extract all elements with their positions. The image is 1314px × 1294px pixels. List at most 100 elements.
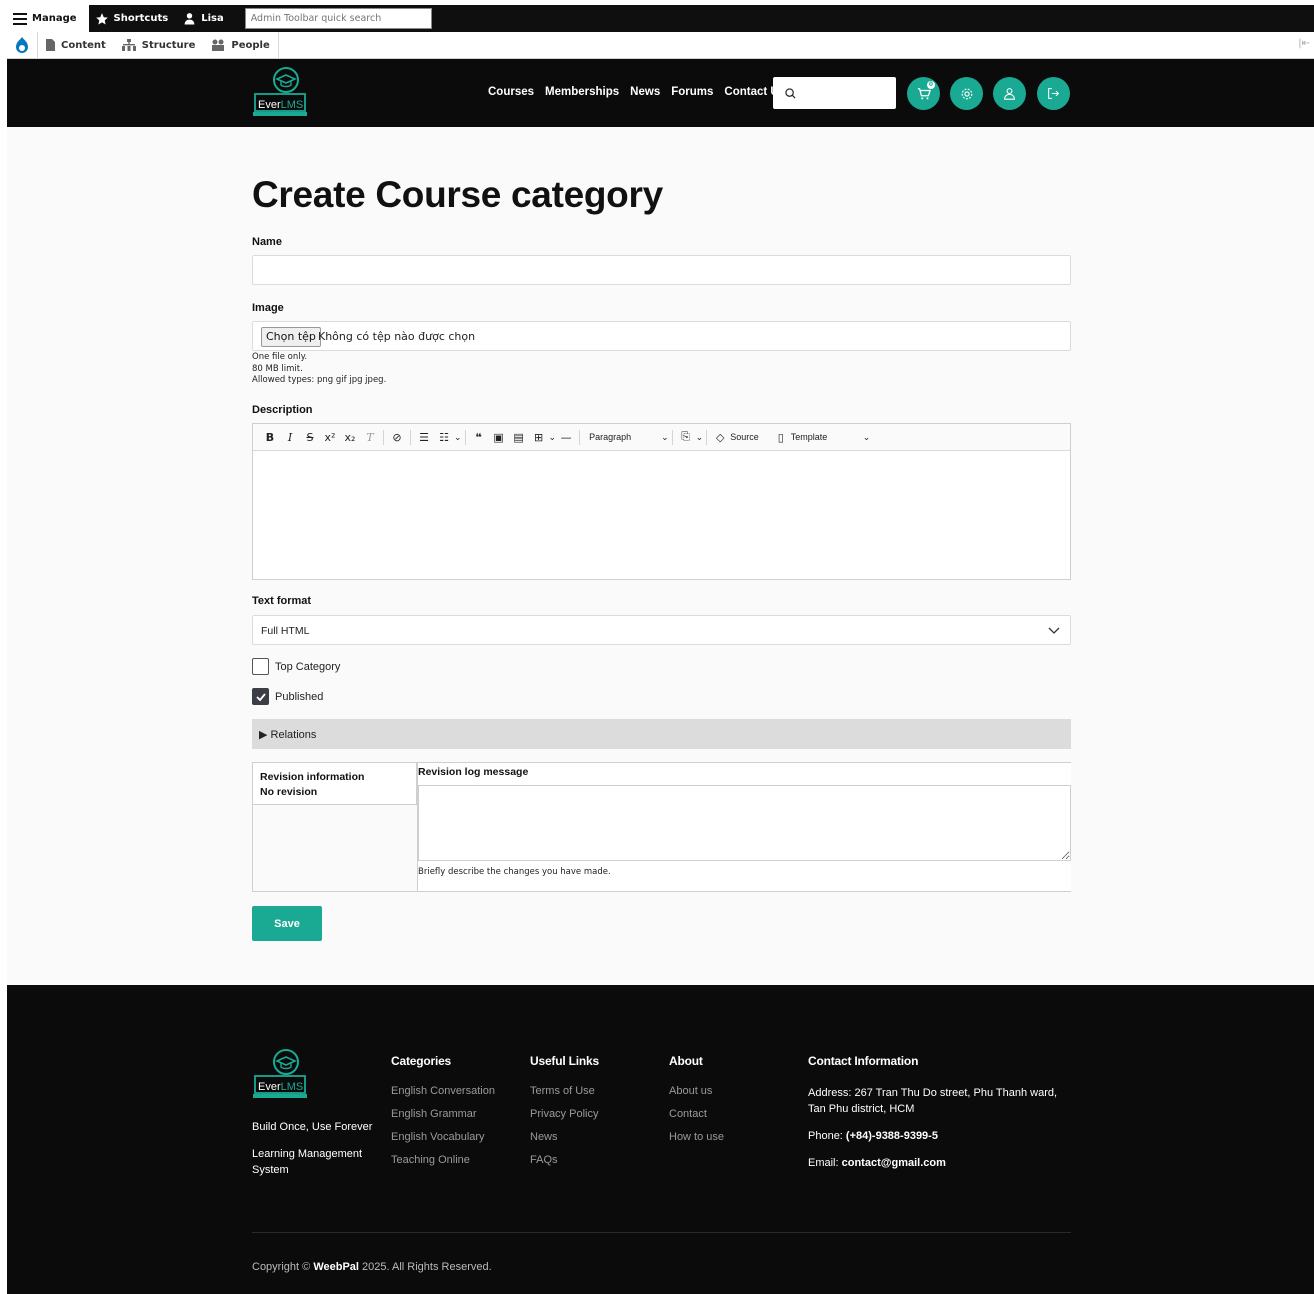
star-icon [95, 12, 108, 25]
structure-menu-item[interactable]: Structure [114, 32, 204, 59]
table-icon[interactable]: ⊞ [529, 431, 549, 444]
nav-news[interactable]: News [630, 86, 660, 98]
user-label: Lisa [201, 13, 224, 24]
structure-icon [121, 39, 136, 51]
copyright-suffix: 2025. All Rights Reserved. [358, 1261, 492, 1273]
chevron-down-icon [1048, 627, 1060, 634]
site-header: EverLMS Courses Memberships News Forums … [7, 59, 1314, 127]
footer-link[interactable]: Privacy Policy [530, 1108, 599, 1120]
bold-icon[interactable]: B [260, 431, 280, 444]
chevron-down-icon[interactable]: ⌄ [661, 432, 669, 443]
toolbar-divider [671, 429, 673, 445]
paragraph-dropdown[interactable]: Paragraph [583, 432, 661, 442]
nav-courses[interactable]: Courses [488, 86, 534, 98]
media-icon[interactable]: ▤ [509, 431, 529, 444]
name-input[interactable] [252, 255, 1071, 285]
copyright: Copyright © WeebPal 2025. All Rights Res… [252, 1261, 492, 1273]
account-button[interactable] [993, 77, 1026, 110]
top-category-label: Top Category [275, 660, 341, 673]
bulleted-list-icon[interactable]: ☰ [414, 431, 434, 444]
source-button[interactable]: Source [730, 432, 759, 442]
chevron-down-icon[interactable]: ⌄ [454, 432, 462, 443]
settings-button[interactable] [950, 77, 983, 110]
logo-text-ever: Ever [258, 1081, 281, 1093]
footer-contact: Contact Information Address: 267 Tran Th… [808, 1054, 1071, 1182]
code-block-icon[interactable]: ⎘ [676, 430, 696, 444]
footer-link[interactable]: News [530, 1131, 599, 1143]
content-menu-item[interactable]: Content [38, 32, 114, 59]
text-format-select[interactable]: Full HTML [252, 615, 1071, 645]
gear-icon [961, 88, 972, 99]
logo-text-ever: Ever [258, 99, 281, 111]
italic-icon[interactable]: I [280, 431, 300, 444]
footer-link[interactable]: Teaching Online [391, 1154, 495, 1166]
footer-link[interactable]: Contact [669, 1108, 724, 1120]
footer-divider [252, 1232, 1071, 1233]
revision-panel: Revision information No revision Revisio… [252, 762, 1071, 892]
revision-tab[interactable]: Revision information No revision [253, 763, 417, 805]
blockquote-icon[interactable]: ❝ [469, 431, 489, 444]
name-label: Name [252, 236, 282, 248]
published-checkbox[interactable] [252, 688, 269, 705]
email-label: Email: [808, 1157, 842, 1169]
copyright-brand[interactable]: WeebPal [313, 1261, 359, 1273]
nav-forums[interactable]: Forums [671, 86, 713, 98]
footer-subtitle-line: Learning Management [252, 1148, 363, 1160]
superscript-icon[interactable]: x² [320, 431, 340, 444]
main-content: Create Course category Name Image Chọn t… [7, 127, 1314, 985]
toolbar-search-input[interactable] [244, 8, 432, 29]
chevron-down-icon[interactable]: ⌄ [863, 432, 871, 443]
shortcuts-tab[interactable]: Shortcuts [89, 5, 178, 32]
top-category-row[interactable]: Top Category [252, 658, 340, 675]
phone-number[interactable]: (+84)-9388-9399-5 [846, 1130, 938, 1142]
chevron-down-icon[interactable]: ⌄ [549, 432, 557, 443]
link-icon[interactable]: ⊘ [387, 431, 407, 444]
logout-button[interactable] [1037, 77, 1070, 110]
template-dropdown[interactable]: Template [791, 432, 863, 442]
site-search[interactable] [773, 77, 896, 109]
choose-file-button[interactable]: Chọn tệp [261, 327, 321, 347]
file-help-line: Allowed types: png gif jpg jpeg. [252, 375, 387, 385]
logo-text-lms: LMS [281, 1081, 304, 1093]
top-category-checkbox[interactable] [252, 658, 269, 675]
image-upload-icon[interactable]: ▣ [489, 431, 509, 444]
footer-link[interactable]: FAQs [530, 1154, 599, 1166]
toolbar-divider [383, 429, 384, 445]
subscript-icon[interactable]: x₂ [340, 431, 360, 444]
editor-toolbar: B I S x² x₂ T ⊘ ☰ ☷ ⌄ ❝ ▣ ▤ ⊞ ⌄ — Paragr… [253, 424, 1070, 451]
published-row[interactable]: Published [252, 688, 323, 705]
strikethrough-icon[interactable]: S [300, 431, 320, 444]
footer-link[interactable]: English Grammar [391, 1108, 495, 1120]
nav-memberships[interactable]: Memberships [545, 86, 619, 98]
footer-link[interactable]: How to use [669, 1131, 724, 1143]
footer-phone: Phone: (+84)-9388-9399-5 [808, 1128, 1071, 1144]
site-search-input[interactable] [802, 87, 887, 99]
cart-count-badge: 0 [927, 81, 935, 89]
footer-link[interactable]: About us [669, 1085, 724, 1097]
horizontal-line-icon[interactable]: — [556, 431, 576, 444]
drupal-logo-icon[interactable] [7, 32, 37, 59]
people-menu-item[interactable]: People [203, 32, 277, 59]
email-address[interactable]: contact@gmail.com [842, 1157, 946, 1169]
footer-everlms-logo[interactable]: EverLMS [252, 1048, 308, 1102]
numbered-list-icon[interactable]: ☷ [434, 431, 454, 444]
people-label: People [231, 39, 270, 51]
remove-format-icon[interactable]: T [360, 431, 380, 444]
text-format-value: Full HTML [261, 625, 310, 637]
address-line: Address: 267 Tran Thu Do street, Phu Tha… [808, 1087, 1058, 1099]
cart-button[interactable]: 0 [907, 77, 940, 110]
user-tab[interactable]: Lisa [177, 5, 233, 32]
editor-content-area[interactable] [253, 451, 1070, 579]
chevron-down-icon[interactable]: ⌄ [696, 432, 704, 443]
footer-link[interactable]: English Vocabulary [391, 1131, 495, 1143]
save-button[interactable]: Save [252, 906, 322, 941]
admin-tray: Content Structure People |⇤ [7, 31, 1314, 59]
svg-text:EverLMS: EverLMS [258, 1081, 303, 1093]
everlms-logo[interactable]: EverLMS [252, 66, 308, 120]
manage-tab[interactable]: Manage [7, 5, 89, 32]
footer-link[interactable]: Terms of Use [530, 1085, 599, 1097]
revision-log-textarea[interactable] [418, 785, 1071, 861]
collapse-toolbar-icon[interactable]: |⇤ [1298, 38, 1310, 49]
relations-details[interactable]: ▶ Relations [252, 719, 1071, 749]
footer-link[interactable]: English Conversation [391, 1085, 495, 1097]
